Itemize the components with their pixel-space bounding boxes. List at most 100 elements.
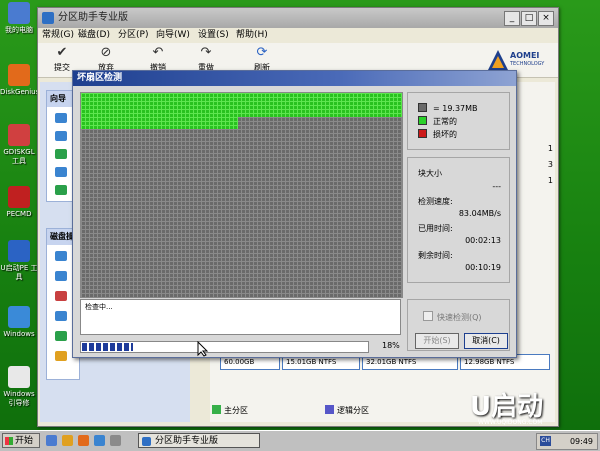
desktop-icon-my-computer[interactable]: 我的电脑 [0,2,38,35]
windows-icon [8,306,30,328]
legend-block-size: = 19.37MB [418,103,478,113]
remaining-label: 剩余时间: [418,251,453,260]
redo-icon: ↷ [200,45,212,60]
disk-op-icon[interactable] [55,271,67,281]
quicklaunch-media-icon[interactable] [94,435,105,446]
refresh-button[interactable]: ⟳ 刷新 [242,45,282,73]
row-number: 3 [547,160,553,169]
logical-swatch [325,405,334,414]
desktop-icon-diskgenius[interactable]: DiskGenius [0,64,40,97]
quick-check-checkbox[interactable]: 快速检测(Q) [423,311,482,323]
maximize-button[interactable]: □ [521,11,537,26]
desktop-icon-gdisk[interactable]: GDISKGL 工具 [0,124,38,166]
aomei-logo-icon [488,50,508,70]
start-label: 开始 [15,436,34,446]
legend-primary-label: 主分区 [224,406,248,415]
undo-button[interactable]: ↶ 撤销 [138,45,178,73]
progress-percent: 18% [382,341,400,350]
toolbox-icon [8,240,30,262]
cancel-button[interactable]: 取消(C) [464,333,508,349]
wizard-item-icon[interactable] [55,167,67,177]
menu-bar: 常规(G) 磁盘(D) 分区(P) 向导(W) 设置(S) 帮助(H) [38,28,558,43]
menu-partition[interactable]: 分区(P) [118,28,148,43]
app-icon [42,12,54,24]
start-button[interactable]: 开始 [2,433,40,448]
mouse-cursor-icon [197,341,209,357]
wizard-item-icon[interactable] [55,131,67,141]
aomei-sub: TECHNOLOGY [510,61,545,67]
discard-button[interactable]: ⊘ 放弃 [86,45,126,73]
desktop-icon-boot-repair[interactable]: Windows 引导修 [0,366,38,408]
desktop-icon-pecmd[interactable]: PECMD [0,186,38,219]
desktop-icon-label: GDISKGL 工具 [3,148,35,165]
quicklaunch-disk-icon[interactable] [110,435,121,446]
menu-wizard[interactable]: 向导(W) [156,28,190,43]
apply-button[interactable]: ✔ 提交 [42,45,82,73]
disk-op-icon[interactable] [55,291,67,301]
legend-block-size-label: = 19.37MB [433,104,478,113]
elapsed-value: 00:02:13 [465,236,501,245]
clock: 09:49 [569,437,593,446]
legend-bad-label: 损坏的 [433,130,457,139]
menu-general[interactable]: 常规(G) [42,28,74,43]
undo-icon: ↶ [152,45,164,60]
checkbox-box[interactable] [423,311,433,321]
close-button[interactable]: × [538,11,554,26]
stats-panel: 块大小 --- 检测速度: 83.04MB/s 已用时间: 00:02:13 剩… [407,157,510,283]
speed-label: 检测速度: [418,197,453,206]
disk-op-icon[interactable] [55,351,67,361]
gdisk-icon [8,124,30,146]
wizard-item-icon[interactable] [55,113,67,123]
refresh-icon: ⟳ [256,45,268,60]
computer-icon [8,2,30,24]
language-indicator[interactable]: CH [540,436,551,446]
redo-button[interactable]: ↷ 重做 [186,45,226,73]
start-button[interactable]: 开始(S) [415,333,459,349]
primary-swatch [212,405,221,414]
quicklaunch-explorer-icon[interactable] [62,435,73,446]
logo-url: WWW.UQIDONG.COM [478,419,543,426]
desktop-icon-label: Windows 引导修 [3,390,35,407]
minimize-button[interactable]: _ [504,11,520,26]
taskbar-app-button[interactable]: 分区助手专业版 [138,433,260,448]
progress-bar [80,341,369,353]
wizard-item-icon[interactable] [55,149,67,159]
sector-grid [80,92,403,298]
legend-normal: 正常的 [418,116,457,127]
wizard-item-icon[interactable] [55,185,67,195]
discard-icon: ⊘ [100,45,112,60]
menu-disk[interactable]: 磁盘(D) [78,28,110,43]
disk-op-icon[interactable] [55,251,67,261]
desktop-icon-label: 我的电脑 [5,26,33,34]
boot-repair-icon [8,366,30,388]
sector-grid-checked-partial [81,117,238,129]
legend-bad: 损坏的 [418,129,457,140]
desktop-icon-label: PECMD [6,210,32,218]
menu-help[interactable]: 帮助(H) [236,28,268,43]
task-label: 分区助手专业版 [155,436,219,446]
desktop-icon-windows[interactable]: Windows [0,306,38,339]
dialog-title[interactable]: 坏扇区检测 [73,71,516,86]
menu-settings[interactable]: 设置(S) [198,28,229,43]
desktop-icon-upe-tools[interactable]: U启动PE 工具 [0,240,38,282]
red-swatch [418,129,427,138]
window-titlebar[interactable]: 分区助手专业版 _ □ × [38,8,558,28]
quicklaunch-desktop-icon[interactable] [46,435,57,446]
block-size-value: --- [492,182,501,191]
desktop-icon-label: DiskGenius [0,88,40,96]
log-box: 检查中... [80,299,401,335]
check-icon: ✔ [56,45,68,60]
quicklaunch-tool-icon[interactable] [78,435,89,446]
logo-text: U启动 [470,392,544,422]
window-title: 分区助手专业版 [58,12,128,23]
pecmd-icon [8,186,30,208]
green-swatch [418,116,427,125]
legend-panel: = 19.37MB 正常的 损坏的 [407,92,510,150]
diskgenius-icon [8,64,30,86]
disk-op-icon[interactable] [55,311,67,321]
aomei-brand: AOMEI [510,51,540,60]
disk-op-icon[interactable] [55,331,67,341]
bad-sector-dialog: 坏扇区检测 = 19.37MB 正常的 损坏的 块大小 --- 检测速度: 83… [72,70,517,358]
taskbar: 开始 分区助手专业版 CH 09:49 [0,430,600,451]
sector-grid-checked-full [81,93,402,117]
